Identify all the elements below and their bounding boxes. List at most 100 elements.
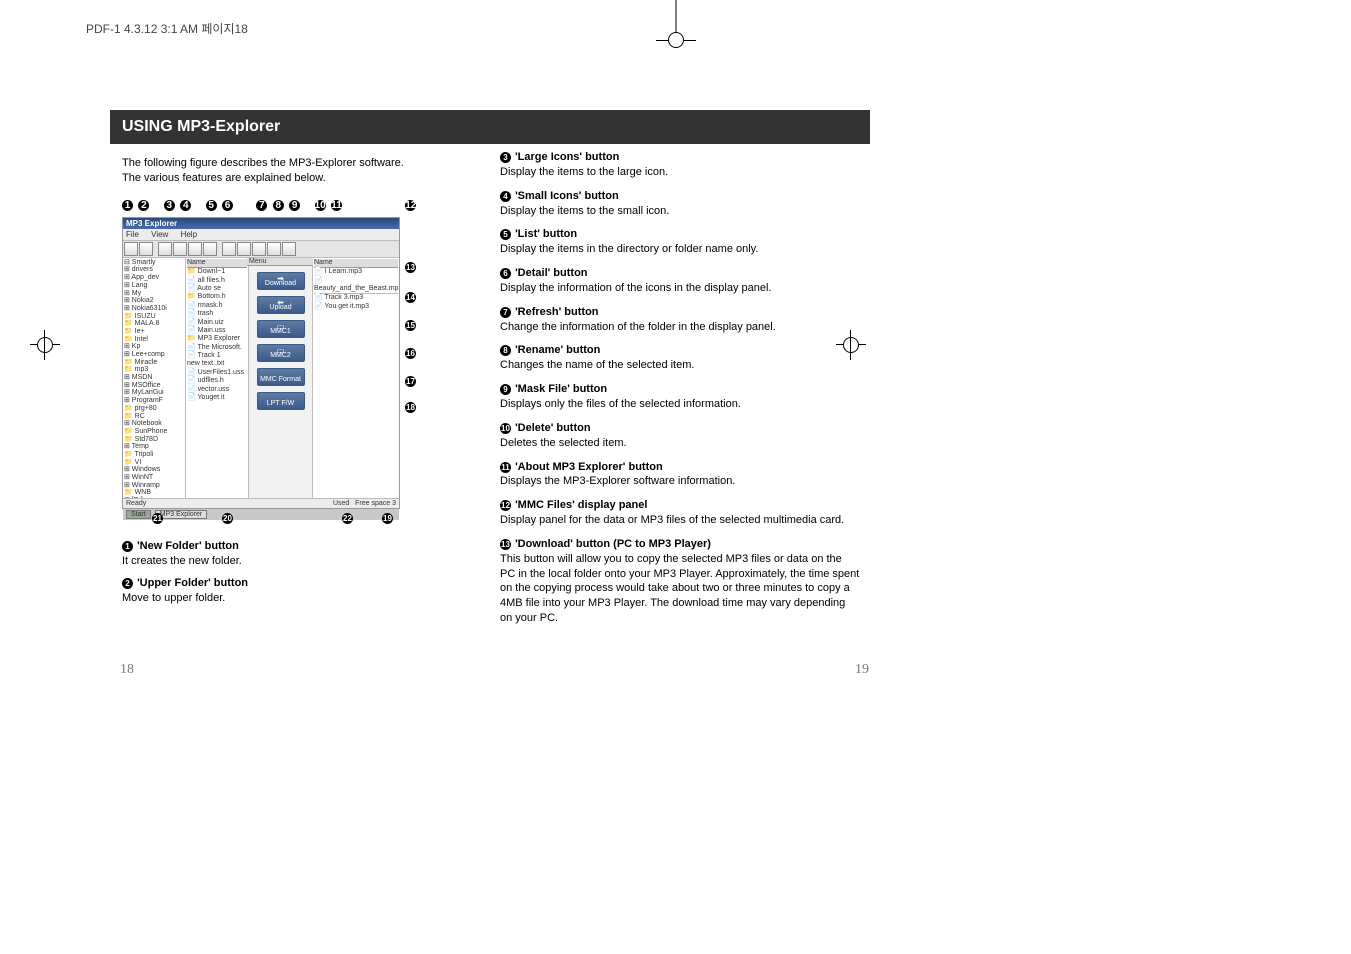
list-item[interactable]: 📄 rmask.h: [187, 302, 247, 310]
tree-item[interactable]: 📁 MALA.8: [124, 320, 184, 328]
list-item[interactable]: 📄 all files.h: [187, 277, 247, 285]
refresh-button[interactable]: [222, 242, 236, 256]
def-title: 'MMC Files' display panel: [515, 499, 647, 511]
tree-item[interactable]: ⊞ Lang: [124, 282, 184, 290]
mmc-file-list[interactable]: 📄 I Learn.mp3📄 Beauty_and_the_Beast.mp3📄…: [314, 268, 398, 311]
tree-item[interactable]: ⊞ Lee+comp: [124, 351, 184, 359]
callout-1: 1: [122, 200, 133, 211]
right-column-definitions: 3 'Large Icons' buttonDisplay the items …: [500, 150, 860, 635]
intro-line-1: The following figure describes the MP3-E…: [122, 157, 404, 169]
large-icons-button[interactable]: [158, 242, 172, 256]
mmc-item[interactable]: 📄 You get it.mp3: [314, 303, 398, 311]
new-folder-button[interactable]: [124, 242, 138, 256]
tree-item[interactable]: 📁 VI: [124, 459, 184, 467]
tree-item[interactable]: ⊞ ProgramF: [124, 397, 184, 405]
tree-item[interactable]: 📁 Tripoli: [124, 451, 184, 459]
tree-item[interactable]: ⊞ Temp: [124, 443, 184, 451]
detail-button[interactable]: [203, 242, 217, 256]
menu-help[interactable]: Help: [181, 230, 197, 239]
start-button[interactable]: Start: [126, 510, 151, 519]
list-item[interactable]: 📁 Bottom.h: [187, 293, 247, 301]
mmc-item[interactable]: 📄 Track 3.mp3: [314, 294, 398, 302]
mmc-files-panel[interactable]: Name 📄 I Learn.mp3📄 Beauty_and_the_Beast…: [313, 258, 399, 498]
tree-item[interactable]: ⊞ Kp: [124, 343, 184, 351]
tree-item[interactable]: 📁 Intel: [124, 336, 184, 344]
mmc1-button[interactable]: ▭MMC1: [257, 320, 305, 338]
mp3-explorer-screenshot: 13 14 15 16 17 18 MP3 Explorer File View…: [122, 217, 400, 509]
small-icons-button[interactable]: [173, 242, 187, 256]
menu-file[interactable]: File: [126, 230, 139, 239]
list-item[interactable]: 📄 vector.uss: [187, 386, 247, 394]
lpt-fw-button[interactable]: LPT F/W: [257, 392, 305, 410]
list-item[interactable]: 📄 Track 1: [187, 352, 247, 360]
lrc-18: 18: [405, 402, 417, 413]
tree-item[interactable]: ⊞ Notebook: [124, 420, 184, 428]
file-list-panel[interactable]: Name 📁 Downl~1📄 all files.h📄 Auto se📁 Bo…: [186, 258, 249, 498]
def-num: 3: [500, 152, 511, 163]
section-title: USING MP3-Explorer: [110, 110, 870, 144]
tree-item[interactable]: 📁 prg+80: [124, 405, 184, 413]
mmc-item[interactable]: 📄 Beauty_and_the_Beast.mp3: [314, 277, 398, 294]
tree-item[interactable]: ⊞ App_dev: [124, 274, 184, 282]
tree-item[interactable]: 📁 Ie+: [124, 328, 184, 336]
arrow-right-icon: ➡: [277, 274, 284, 283]
def-title: 'Download' button (PC to MP3 Player): [515, 538, 711, 550]
tree-item[interactable]: ⊞ drivers: [124, 266, 184, 274]
definition-item: 11 'About MP3 Explorer' buttonDisplays t…: [500, 460, 860, 490]
callout-7: 7: [256, 200, 267, 211]
folder-tree[interactable]: ⊟ Smartly ⊞ drivers ⊞ App_dev ⊞ Lang ⊞ M…: [123, 258, 186, 498]
about-button[interactable]: [282, 242, 296, 256]
upper-folder-button[interactable]: [139, 242, 153, 256]
registration-mark-left: [30, 330, 60, 360]
callout-4: 4: [180, 200, 191, 211]
list-item[interactable]: 📁 MP3 Explorer: [187, 335, 247, 343]
mmc2-button[interactable]: ▭MMC2: [257, 344, 305, 362]
menu-view[interactable]: View: [151, 230, 168, 239]
list-button[interactable]: [188, 242, 202, 256]
file-list[interactable]: 📁 Downl~1📄 all files.h📄 Auto se📁 Bottom.…: [187, 268, 247, 402]
def-desc: Display the items to the small icon.: [500, 205, 669, 217]
tree-item[interactable]: 📁 SunPhone: [124, 428, 184, 436]
definition-item: 8 'Rename' buttonChanges the name of the…: [500, 343, 860, 373]
definition-item: 5 'List' buttonDisplay the items in the …: [500, 227, 860, 257]
tree-item[interactable]: ⊞ Windows: [124, 466, 184, 474]
tree-item[interactable]: ⊟ Smartly: [124, 259, 184, 267]
tree-item[interactable]: ⊞ Nokia6310i: [124, 305, 184, 313]
menu-bar[interactable]: File View Help: [123, 229, 399, 241]
list-item[interactable]: 📄 trash: [187, 310, 247, 318]
def-title: 'Detail' button: [515, 267, 587, 279]
tree-item[interactable]: ⊞ WinNT: [124, 474, 184, 482]
tree-item[interactable]: ⊞ MSOffice: [124, 382, 184, 390]
tree-item[interactable]: ⊞ My: [124, 290, 184, 298]
def-title: 'Delete' button: [515, 422, 591, 434]
tree-item[interactable]: ⊞ MSDN: [124, 374, 184, 382]
list-item[interactable]: new text..txt: [187, 360, 247, 368]
list-item[interactable]: 📁 Downl~1: [187, 268, 247, 276]
tree-item[interactable]: ⊞ Nokia2: [124, 297, 184, 305]
def-title: 'Refresh' button: [515, 306, 598, 318]
mmc-item[interactable]: 📄 I Learn.mp3: [314, 268, 398, 276]
def-num: 11: [500, 462, 511, 473]
lrc-17: 17: [405, 376, 417, 387]
mmc-format-button[interactable]: MMC Format: [257, 368, 305, 386]
upload-button[interactable]: ⬅Upload: [257, 296, 305, 314]
tree-item[interactable]: ⊞ [D:]: [124, 497, 184, 498]
callout-6: 6: [222, 200, 233, 211]
mask-file-button[interactable]: [252, 242, 266, 256]
list-item[interactable]: 📄 udflles.h: [187, 377, 247, 385]
list-item[interactable]: 📄 UserFiles1.uss: [187, 369, 247, 377]
window-title: MP3 Explorer: [123, 218, 399, 229]
tree-item[interactable]: 📁 Std78D: [124, 436, 184, 444]
download-button[interactable]: ➡Download: [257, 272, 305, 290]
list-item[interactable]: 📄 Main.uiz: [187, 319, 247, 327]
list-item[interactable]: 📄 Youget it: [187, 394, 247, 402]
rename-button[interactable]: [237, 242, 251, 256]
delete-button[interactable]: [267, 242, 281, 256]
callout-10: 10: [315, 200, 326, 211]
tree-item[interactable]: 📁 WNB: [124, 489, 184, 497]
tree-item[interactable]: 📁 mp3: [124, 366, 184, 374]
tree-item[interactable]: 📁 RC: [124, 413, 184, 421]
def-desc: Changes the name of the selected item.: [500, 359, 694, 371]
list-item[interactable]: 📄 The Microsoft.: [187, 344, 247, 352]
tree-item[interactable]: ⊞ MyLanGui: [124, 389, 184, 397]
